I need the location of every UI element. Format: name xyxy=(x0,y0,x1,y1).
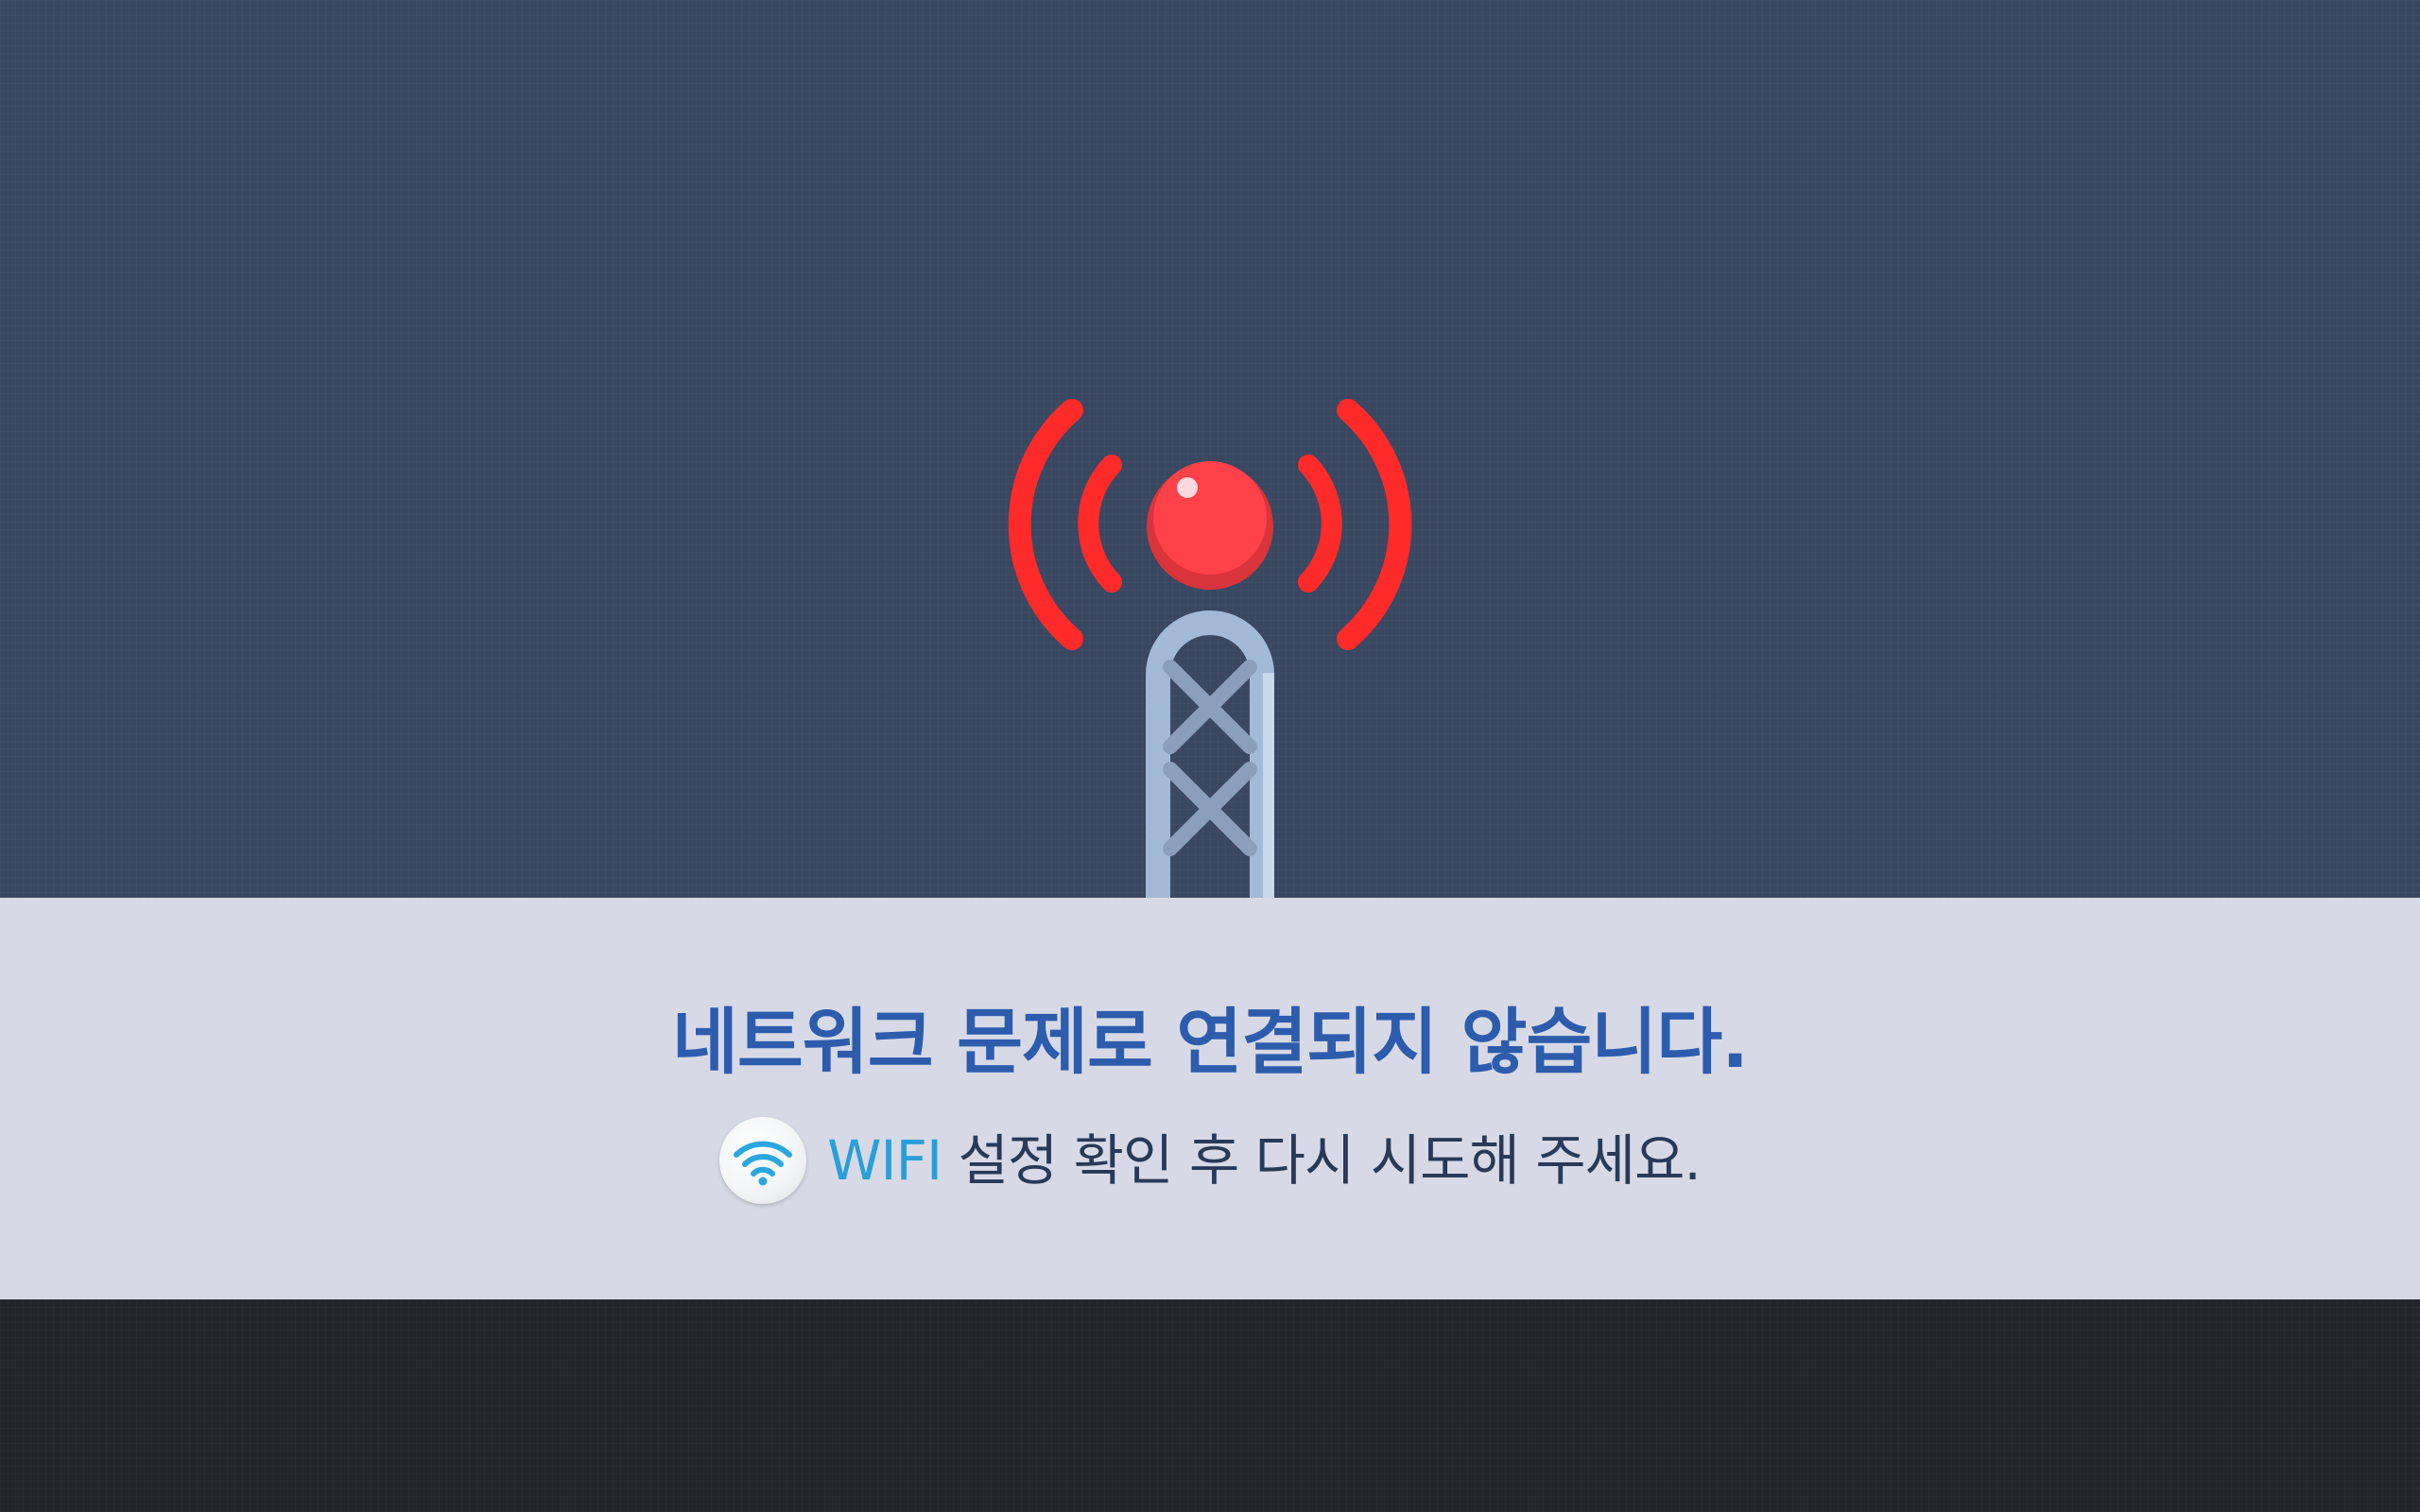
wifi-icon xyxy=(719,1117,807,1204)
message-band xyxy=(0,898,2420,1299)
wifi-label: WIFI xyxy=(827,1128,942,1193)
error-headline: 네트워크 문제로 연결되지 않습니다. xyxy=(671,1000,1749,1084)
error-hint-message: 설정 확인 후 다시 시도해 주세요. xyxy=(942,1128,1702,1193)
error-hint-text: WIFI 설정 확인 후 다시 시도해 주세요. xyxy=(827,1123,1702,1198)
error-hint: WIFI 설정 확인 후 다시 시도해 주세요. xyxy=(0,1115,2420,1206)
network-error-page: 네트워크 문제로 연결되지 않습니다. WIFI 설정 확인 후 다시 시도해 … xyxy=(0,0,2420,1512)
footer-panel xyxy=(0,1299,2420,1512)
signal-tower-icon xyxy=(1008,399,1412,898)
illustration-panel xyxy=(0,0,2420,898)
